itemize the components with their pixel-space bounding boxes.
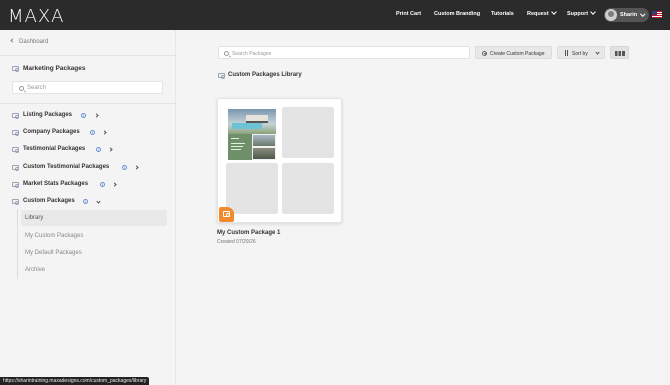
status-bar-url: https://sharintraining.maxadesigns.com/c… <box>0 377 150 385</box>
grid-view-icon <box>615 50 625 56</box>
sidebar-item-label: Market Stats Packages <box>23 181 89 187</box>
plus-circle-icon <box>482 50 487 56</box>
package-created-date: Created 07/29/26 <box>217 239 256 245</box>
package-icon <box>12 182 19 188</box>
search-icon <box>19 85 24 91</box>
sidebar-item-custom-packages[interactable]: Custom Packages i <box>12 198 112 208</box>
search-icon <box>224 50 229 56</box>
nav-request[interactable]: Request <box>527 9 557 17</box>
chevron-down-icon <box>550 9 557 15</box>
package-icon <box>12 199 19 205</box>
chevron-down-icon <box>595 49 600 55</box>
package-icon <box>12 130 19 136</box>
info-icon[interactable]: i <box>96 147 101 152</box>
chevron-down-icon <box>590 9 596 15</box>
package-icon <box>218 73 225 79</box>
thumbnail-text-line <box>231 138 239 139</box>
info-icon[interactable]: i <box>81 113 86 118</box>
package-icon <box>12 147 19 153</box>
thumbnail-pool <box>232 123 262 129</box>
info-icon[interactable]: i <box>83 199 88 204</box>
info-icon[interactable]: i <box>90 130 95 135</box>
sidebar-item-label: Custom Testimonial Packages <box>23 164 110 170</box>
package-icon <box>223 211 230 218</box>
user-name: Sharin <box>620 11 638 18</box>
package-icon <box>12 66 19 72</box>
user-menu[interactable]: Sharin <box>604 8 649 22</box>
sidebar-subitem-my-custom-packages[interactable]: My Custom Packages <box>25 233 83 239</box>
empty-slot <box>282 163 334 214</box>
custom-package-badge <box>219 207 234 222</box>
thumbnail-text-line <box>231 146 243 147</box>
sidebar-item-testimonial-packages[interactable]: Testimonial Packages i <box>12 146 127 156</box>
package-title[interactable]: My Custom Package 1 <box>217 230 280 236</box>
chevron-right-icon <box>102 130 107 135</box>
back-to-dashboard-link[interactable]: Dashboard <box>10 38 49 45</box>
sidebar: Dashboard Marketing Packages Search List… <box>0 30 176 385</box>
top-navigation-bar: MAXA Print Cart Custom Branding Tutorial… <box>0 0 670 30</box>
empty-slot <box>226 163 278 214</box>
thumbnail-text-line <box>231 149 241 150</box>
sort-button-label: Sort by <box>572 50 588 57</box>
avatar <box>605 9 617 21</box>
sidebar-subitem-library[interactable]: Library <box>25 215 43 221</box>
back-label: Dashboard <box>19 39 49 45</box>
sidebar-search-input[interactable]: Search <box>12 81 163 94</box>
chevron-down-icon <box>96 198 101 204</box>
thumbnail-text-line <box>231 143 245 144</box>
sidebar-item-custom-testimonial-packages[interactable]: Custom Testimonial Packages i <box>12 164 152 174</box>
us-flag-icon[interactable] <box>652 11 662 18</box>
nav-tutorials[interactable]: Tutorials <box>491 11 514 17</box>
chevron-right-icon <box>134 165 139 170</box>
sort-icon <box>564 50 569 56</box>
sidebar-subitem-my-default-packages[interactable]: My Default Packages <box>25 250 82 256</box>
sidebar-item-label: Listing Packages <box>23 112 73 118</box>
info-icon[interactable]: i <box>100 182 105 187</box>
package-search-input[interactable]: Search Packages <box>218 46 470 59</box>
nav-request-label: Request <box>527 11 549 17</box>
sidebar-item-label: Custom Packages <box>23 198 75 204</box>
divider <box>0 103 176 104</box>
sort-by-button[interactable]: Sort by <box>557 46 605 59</box>
empty-slot <box>282 107 334 158</box>
thumbnail-house <box>246 115 268 123</box>
divider <box>0 55 176 56</box>
package-icon <box>12 113 19 119</box>
nav-custom-branding[interactable]: Custom Branding <box>434 11 480 17</box>
thumbnail-room-photo <box>253 148 275 159</box>
chevron-right-icon <box>112 182 117 187</box>
grid-view-toggle[interactable] <box>610 46 629 59</box>
thumbnail-interior-photo <box>253 135 275 146</box>
package-search-placeholder: Search Packages <box>232 50 272 57</box>
section-title: Custom Packages Library <box>228 72 302 78</box>
sidebar-item-listing-packages[interactable]: Listing Packages i <box>12 112 112 122</box>
package-preview-thumbnail <box>228 109 276 160</box>
info-icon[interactable]: i <box>122 165 127 170</box>
nav-support-label: Support <box>567 11 589 17</box>
sidebar-subitem-archive[interactable]: Archive <box>25 267 45 273</box>
sidebar-item-company-packages[interactable]: Company Packages i <box>12 129 122 139</box>
maxa-logo[interactable]: MAXA <box>8 6 65 27</box>
sidebar-search-placeholder: Search <box>27 85 47 91</box>
create-custom-package-button[interactable]: Create Custom Package <box>475 46 552 59</box>
submenu-guide-line <box>17 209 18 279</box>
nav-print-cart[interactable]: Print Cart <box>396 11 421 17</box>
create-button-label: Create Custom Package <box>490 50 545 57</box>
sidebar-item-label: Testimonial Packages <box>23 146 86 152</box>
sidebar-item-label: Company Packages <box>23 129 80 135</box>
chevron-left-icon <box>10 38 15 43</box>
nav-support[interactable]: Support <box>567 9 596 17</box>
package-card[interactable] <box>217 98 342 223</box>
chevron-down-icon <box>640 11 646 17</box>
sidebar-item-market-stats-packages[interactable]: Market Stats Packages i <box>12 181 132 191</box>
sidebar-heading: Marketing Packages <box>23 65 86 72</box>
package-icon <box>12 165 19 171</box>
chevron-right-icon <box>108 147 113 152</box>
chevron-right-icon <box>94 113 99 118</box>
